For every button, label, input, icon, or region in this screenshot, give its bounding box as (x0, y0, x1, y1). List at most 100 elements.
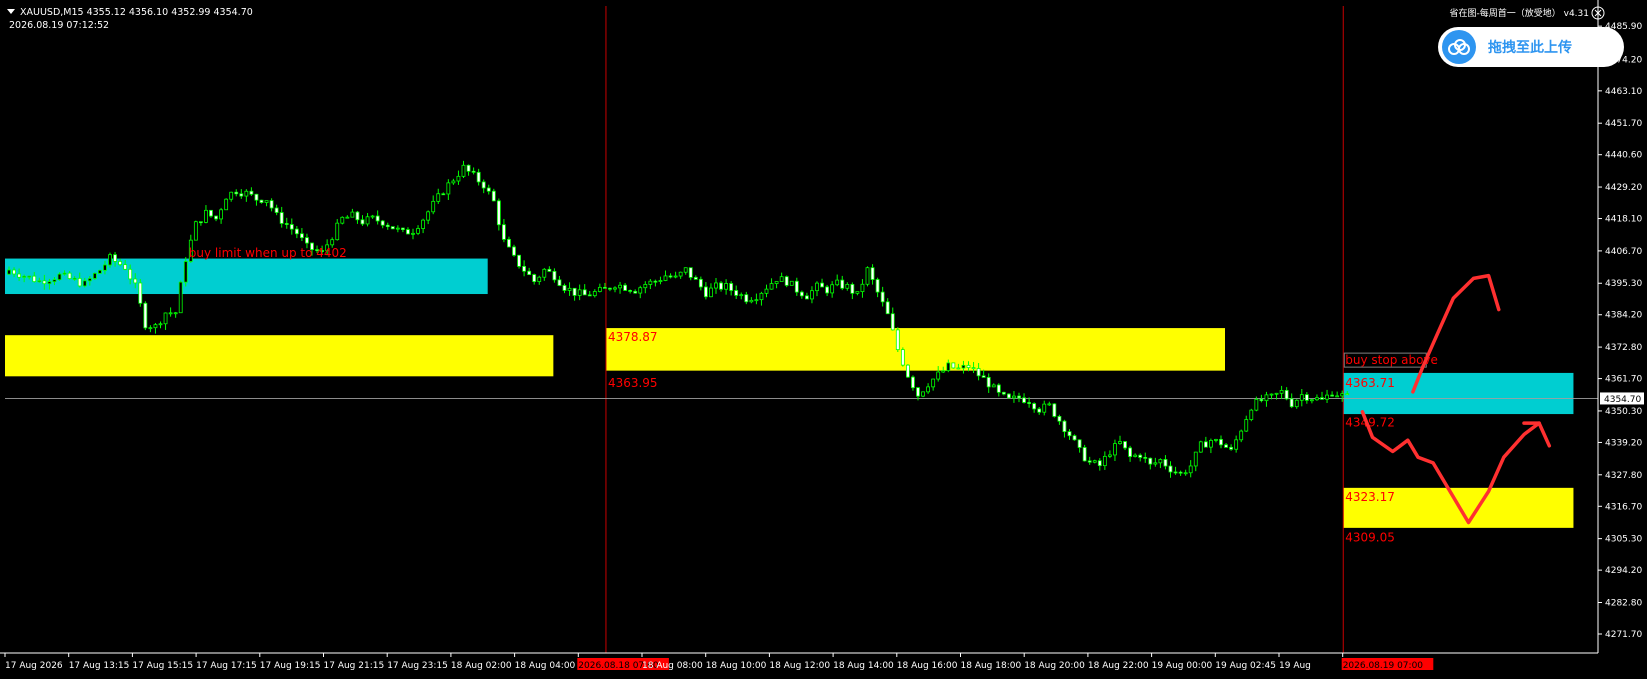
candle-body (840, 279, 845, 289)
candle (845, 282, 850, 291)
candle-body (1269, 393, 1274, 396)
candle (835, 274, 840, 287)
drag-upload-button[interactable]: 拖拽至此上传 (1438, 27, 1624, 67)
candle-body (1254, 398, 1259, 411)
candle (663, 270, 668, 282)
candle-body (860, 283, 865, 293)
y-tick-label: 4463.10 (1605, 87, 1642, 97)
candle (1299, 389, 1304, 407)
candle-body (234, 191, 239, 195)
candle-body (98, 269, 102, 274)
candle (1325, 389, 1329, 403)
candle (451, 178, 456, 185)
candle-body (744, 294, 749, 303)
candle (138, 278, 143, 307)
candle-body (603, 286, 607, 289)
symbol-line: XAUUSD,M15 4355.12 4356.10 4352.99 4354.… (20, 7, 253, 18)
candle (431, 195, 436, 215)
chart-datetime: 2026.08.19 07:12:52 (9, 20, 109, 31)
candle-body (254, 193, 259, 201)
candle-body (951, 362, 956, 369)
candle (193, 220, 198, 241)
annotation-label[interactable]: 4309.05 (1345, 530, 1395, 544)
annotation-label[interactable]: 4378.87 (608, 330, 658, 344)
y-tick-label: 4384.20 (1605, 311, 1642, 321)
candle-body (653, 280, 658, 283)
annotation-label[interactable]: 4363.71 (1345, 376, 1395, 390)
candle (613, 286, 617, 293)
candle (1017, 392, 1021, 403)
candle-body (1007, 393, 1011, 399)
candle (1310, 398, 1314, 404)
candle (582, 284, 587, 296)
candle-body (658, 280, 663, 282)
candle (996, 383, 1001, 397)
candle (850, 282, 855, 300)
trading-chart[interactable]: buy limit when up to 4402 4378.87 4363.95 b… (0, 0, 1647, 679)
candle-body (875, 279, 880, 293)
candle-body (648, 280, 653, 285)
y-tick-label: 4429.20 (1605, 183, 1642, 193)
candle (1072, 434, 1077, 441)
candle (1087, 456, 1092, 465)
candle (557, 275, 562, 287)
candle-body (1340, 393, 1345, 397)
yellow-zone[interactable] (605, 328, 1225, 371)
candle-body (153, 324, 158, 329)
annotation-label[interactable]: 4363.95 (608, 376, 658, 390)
cyan-zone[interactable] (5, 258, 488, 295)
candle-body (163, 312, 168, 325)
candle (254, 193, 259, 206)
candle (577, 284, 582, 301)
candle (1178, 470, 1183, 476)
candle (476, 168, 481, 186)
candle-body (709, 287, 713, 298)
candle-body (1183, 472, 1188, 475)
candle-body (249, 190, 254, 195)
collapse-triangle-icon[interactable] (7, 9, 15, 14)
candle-body (542, 268, 547, 278)
candle (608, 287, 612, 292)
candle-body (385, 224, 390, 228)
candle-body (158, 323, 163, 326)
candle-body (956, 367, 961, 370)
candle-body (264, 200, 269, 203)
candle-body (143, 302, 148, 329)
annotation-label[interactable]: buy limit when up to 4402 (189, 246, 347, 260)
candle-body (537, 276, 542, 282)
candle-body (87, 278, 92, 282)
candle-body (764, 288, 769, 294)
candle (1224, 443, 1228, 448)
candle-body (1239, 430, 1244, 441)
candle-body (1092, 460, 1097, 463)
candle (148, 325, 153, 333)
candle (759, 291, 764, 306)
candle (380, 219, 385, 229)
candle (491, 188, 496, 202)
candle (163, 312, 168, 330)
candle (1214, 438, 1218, 443)
candle-body (1001, 391, 1006, 395)
candle-body (921, 391, 925, 397)
candle (820, 278, 824, 288)
candle (481, 179, 486, 194)
candle (1234, 435, 1239, 453)
candle-body (592, 291, 597, 297)
candle-body (628, 290, 633, 292)
candle-body (714, 282, 718, 289)
candle-body (562, 285, 567, 291)
y-tick-label: 4451.70 (1605, 119, 1642, 129)
candle-body (229, 191, 234, 200)
candle-body (931, 378, 936, 388)
candle (421, 218, 426, 234)
chart-canvas[interactable]: buy limit when up to 44024378.874363.95b… (0, 0, 1647, 679)
annotation-label[interactable]: 4323.17 (1345, 490, 1395, 504)
candle (1007, 393, 1011, 399)
candle-body (900, 349, 905, 366)
candle (198, 221, 203, 226)
yellow-zone[interactable] (5, 335, 554, 377)
candle-body (870, 267, 875, 280)
x-tick-label: 18 Aug 04:00 (515, 661, 576, 671)
candle (229, 191, 234, 202)
candle-body (1234, 439, 1239, 450)
